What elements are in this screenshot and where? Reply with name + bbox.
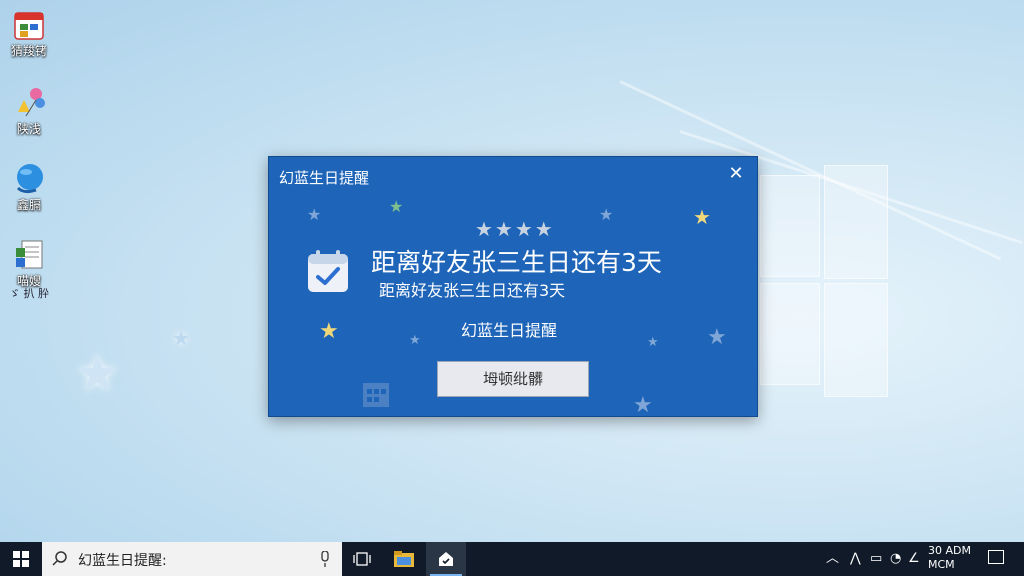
star-icon: ★ <box>409 333 421 348</box>
network-icon[interactable]: ⋀ <box>850 551 861 567</box>
desktop-icon-balloons[interactable]: 陕浅 <box>6 86 52 136</box>
system-clock[interactable]: 30 ADM MCM <box>928 544 976 572</box>
windows-logo-wallpaper <box>760 165 890 405</box>
desktop-icon-label: 猜羧铐 <box>10 44 47 58</box>
reminder-caption: 幻蓝生日提醒 <box>461 321 558 340</box>
desktop-icon-sublabel: ゞ 扒 肸 <box>9 287 49 300</box>
notification-center-icon[interactable] <box>988 550 1004 564</box>
document-icon <box>12 238 46 272</box>
ime-icon[interactable]: ∠ <box>908 551 920 567</box>
chevron-up-icon[interactable]: ︿ <box>826 551 839 567</box>
dialog-title: 幻蓝生日提醒 <box>279 169 370 187</box>
desktop-icon-label: 鑫膈 <box>16 198 41 212</box>
clock-time: 30 ADM <box>928 544 971 557</box>
search-icon <box>52 550 68 566</box>
star-icon: ★ <box>647 335 659 350</box>
star-decoration: ★ <box>74 344 121 404</box>
star-icon: ★ <box>307 205 322 224</box>
star-icon: ★ <box>707 325 727 350</box>
volume-icon[interactable]: ◔ <box>890 551 901 567</box>
task-view-icon[interactable] <box>342 542 382 576</box>
desktop-icon-document[interactable]: 喵嫂 ゞ 扒 肸 <box>6 238 52 300</box>
reminder-subline: 距离好友张三生日还有3天 <box>379 281 566 300</box>
star-icon: ★ <box>693 205 711 229</box>
desktop-icon-calendar[interactable]: 猜羧铐 <box>6 8 52 58</box>
star-icon: ★ <box>319 319 339 344</box>
file-explorer-icon[interactable] <box>384 542 424 576</box>
dialog-confirm-button[interactable]: 坶顿纰髒 <box>437 361 589 397</box>
calendar-check-icon <box>307 249 349 293</box>
taskbar-search-box[interactable]: 幻蓝生日提醒: <box>42 542 342 576</box>
calendar-app-icon <box>12 8 46 42</box>
clock-date: MCM <box>928 558 955 571</box>
calendar-watermark-icon <box>361 379 391 409</box>
microphone-icon[interactable] <box>320 550 330 567</box>
balloons-icon <box>12 86 46 120</box>
reminder-headline: 距离好友张三生日还有3天 <box>371 248 662 277</box>
star-icon: ★ <box>389 197 404 216</box>
desktop-icon-label: 陕浅 <box>16 122 41 136</box>
birthday-reminder-dialog: 幻蓝生日提醒 ✕ ★ ★ ★ ★ ★ ★ ★ ★ ★ ★★★★ 距离好友张三生日… <box>268 156 758 417</box>
star-icon: ★ <box>633 393 653 417</box>
desktop-icon-label: 喵嫂 <box>16 274 41 288</box>
star-decoration: ★ <box>172 326 190 350</box>
star-icon: ★ <box>599 205 614 224</box>
globe-icon <box>12 162 46 196</box>
desktop-icon-globe[interactable]: 鑫膈 <box>6 162 52 212</box>
windows-start-icon[interactable] <box>0 542 42 576</box>
rating-stars: ★★★★ <box>475 217 555 241</box>
battery-icon[interactable]: ▭ <box>870 551 882 567</box>
birthday-reminder-taskbar-icon[interactable] <box>426 542 466 576</box>
taskbar: 幻蓝生日提醒: ︿ ⋀ ▭ ◔ ∠ 30 ADM MCM <box>0 542 1024 576</box>
close-icon[interactable]: ✕ <box>725 163 747 185</box>
search-input-text: 幻蓝生日提醒: <box>78 553 167 569</box>
